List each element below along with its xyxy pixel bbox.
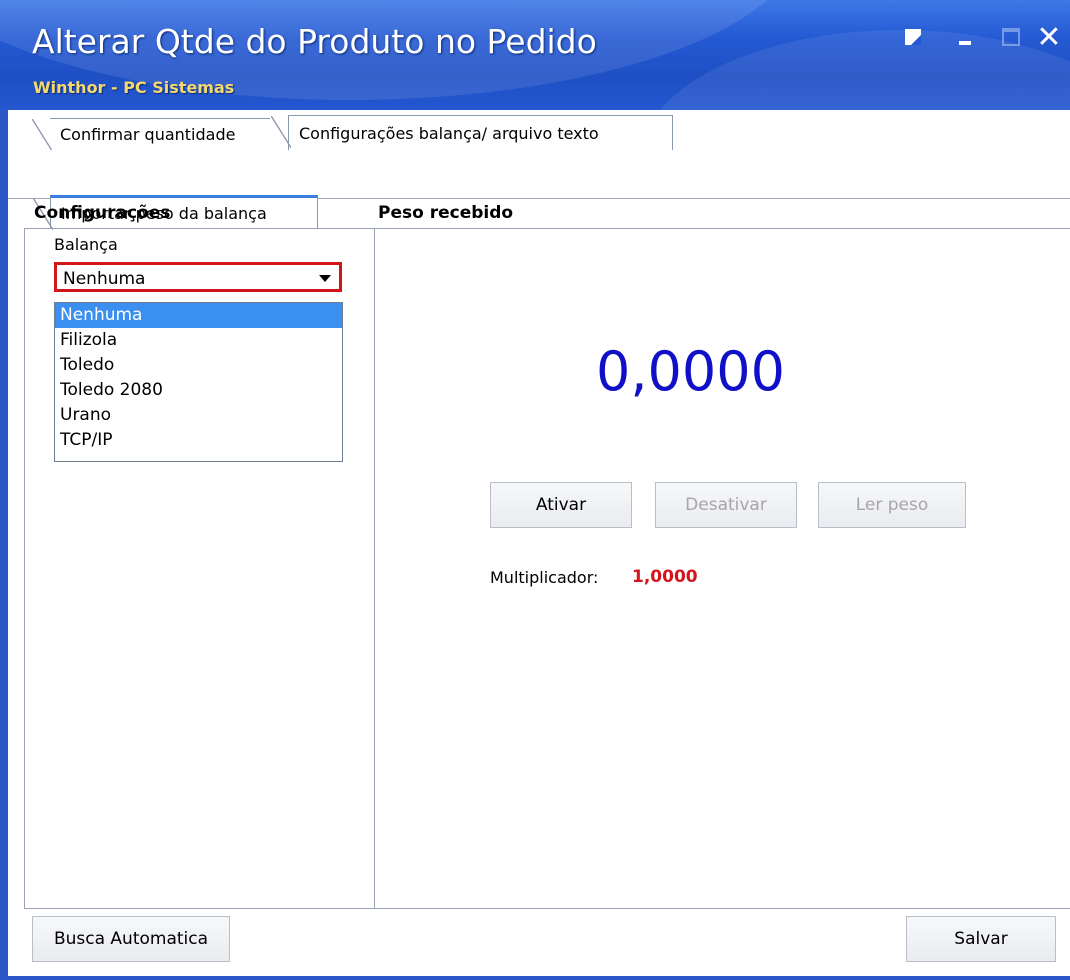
tab-slant [271, 116, 291, 148]
balanca-select-value: Nenhuma [63, 269, 146, 289]
dropdown-option-urano[interactable]: Urano [55, 403, 342, 428]
section-header-peso-recebido: Peso recebido [378, 203, 514, 223]
tab-slant [32, 119, 52, 151]
balanca-dropdown-list: Nenhuma Filizola Toledo Toledo 2080 Uran… [54, 302, 343, 462]
close-icon[interactable]: ✕ [1034, 20, 1064, 55]
chevron-down-icon[interactable] [319, 275, 331, 282]
peso-display: 0,0000 [596, 340, 785, 403]
tab-label: Configurações balança/ arquivo texto [299, 123, 599, 143]
dropdown-option-toledo[interactable]: Toledo [55, 353, 342, 378]
tab-confirmar-quantidade[interactable]: Confirmar quantidade [32, 118, 270, 151]
window-bottom-border [0, 976, 1070, 980]
dropdown-option-tcp-ip[interactable]: TCP/IP [55, 428, 342, 453]
desativar-button[interactable]: Desativar [655, 482, 797, 528]
section-header-configuracoes: Configurações [34, 203, 171, 223]
balanca-label: Balança [54, 235, 118, 254]
window-subtitle: Winthor - PC Sistemas [33, 78, 235, 97]
ler-peso-button[interactable]: Ler peso [818, 482, 966, 528]
tab-strip-primary: Confirmar quantidade Configurações balan… [8, 110, 1070, 151]
tab-configuracoes-balanca[interactable]: Configurações balança/ arquivo texto [271, 115, 673, 150]
dropdown-option-nenhuma[interactable]: Nenhuma [55, 303, 342, 328]
dropdown-option-filizola[interactable]: Filizola [55, 328, 342, 353]
window-title: Alterar Qtde do Produto no Pedido [32, 22, 597, 61]
tab-strip-secondary: Importar peso da balança [8, 150, 1070, 230]
ativar-button[interactable]: Ativar [490, 482, 632, 528]
app-window: Alterar Qtde do Produto no Pedido Wintho… [0, 0, 1070, 980]
maximize-icon[interactable] [996, 22, 1026, 52]
peso-panel [373, 228, 1070, 908]
balanca-select[interactable]: Nenhuma [54, 262, 342, 292]
multiplicador-value: 1,0000 [632, 567, 698, 587]
title-bar: Alterar Qtde do Produto no Pedido Wintho… [0, 0, 1070, 110]
multiplicador-label: Multiplicador: [490, 568, 599, 587]
minimize-icon[interactable] [950, 22, 980, 52]
salvar-button[interactable]: Salvar [906, 916, 1056, 962]
restore-icon[interactable] [898, 22, 928, 52]
tab-label: Confirmar quantidade [60, 125, 236, 144]
dialog-body: Confirmar quantidade Configurações balan… [8, 110, 1070, 977]
dropdown-option-toledo-2080[interactable]: Toledo 2080 [55, 378, 342, 403]
busca-automatica-button[interactable]: Busca Automatica [32, 916, 230, 962]
